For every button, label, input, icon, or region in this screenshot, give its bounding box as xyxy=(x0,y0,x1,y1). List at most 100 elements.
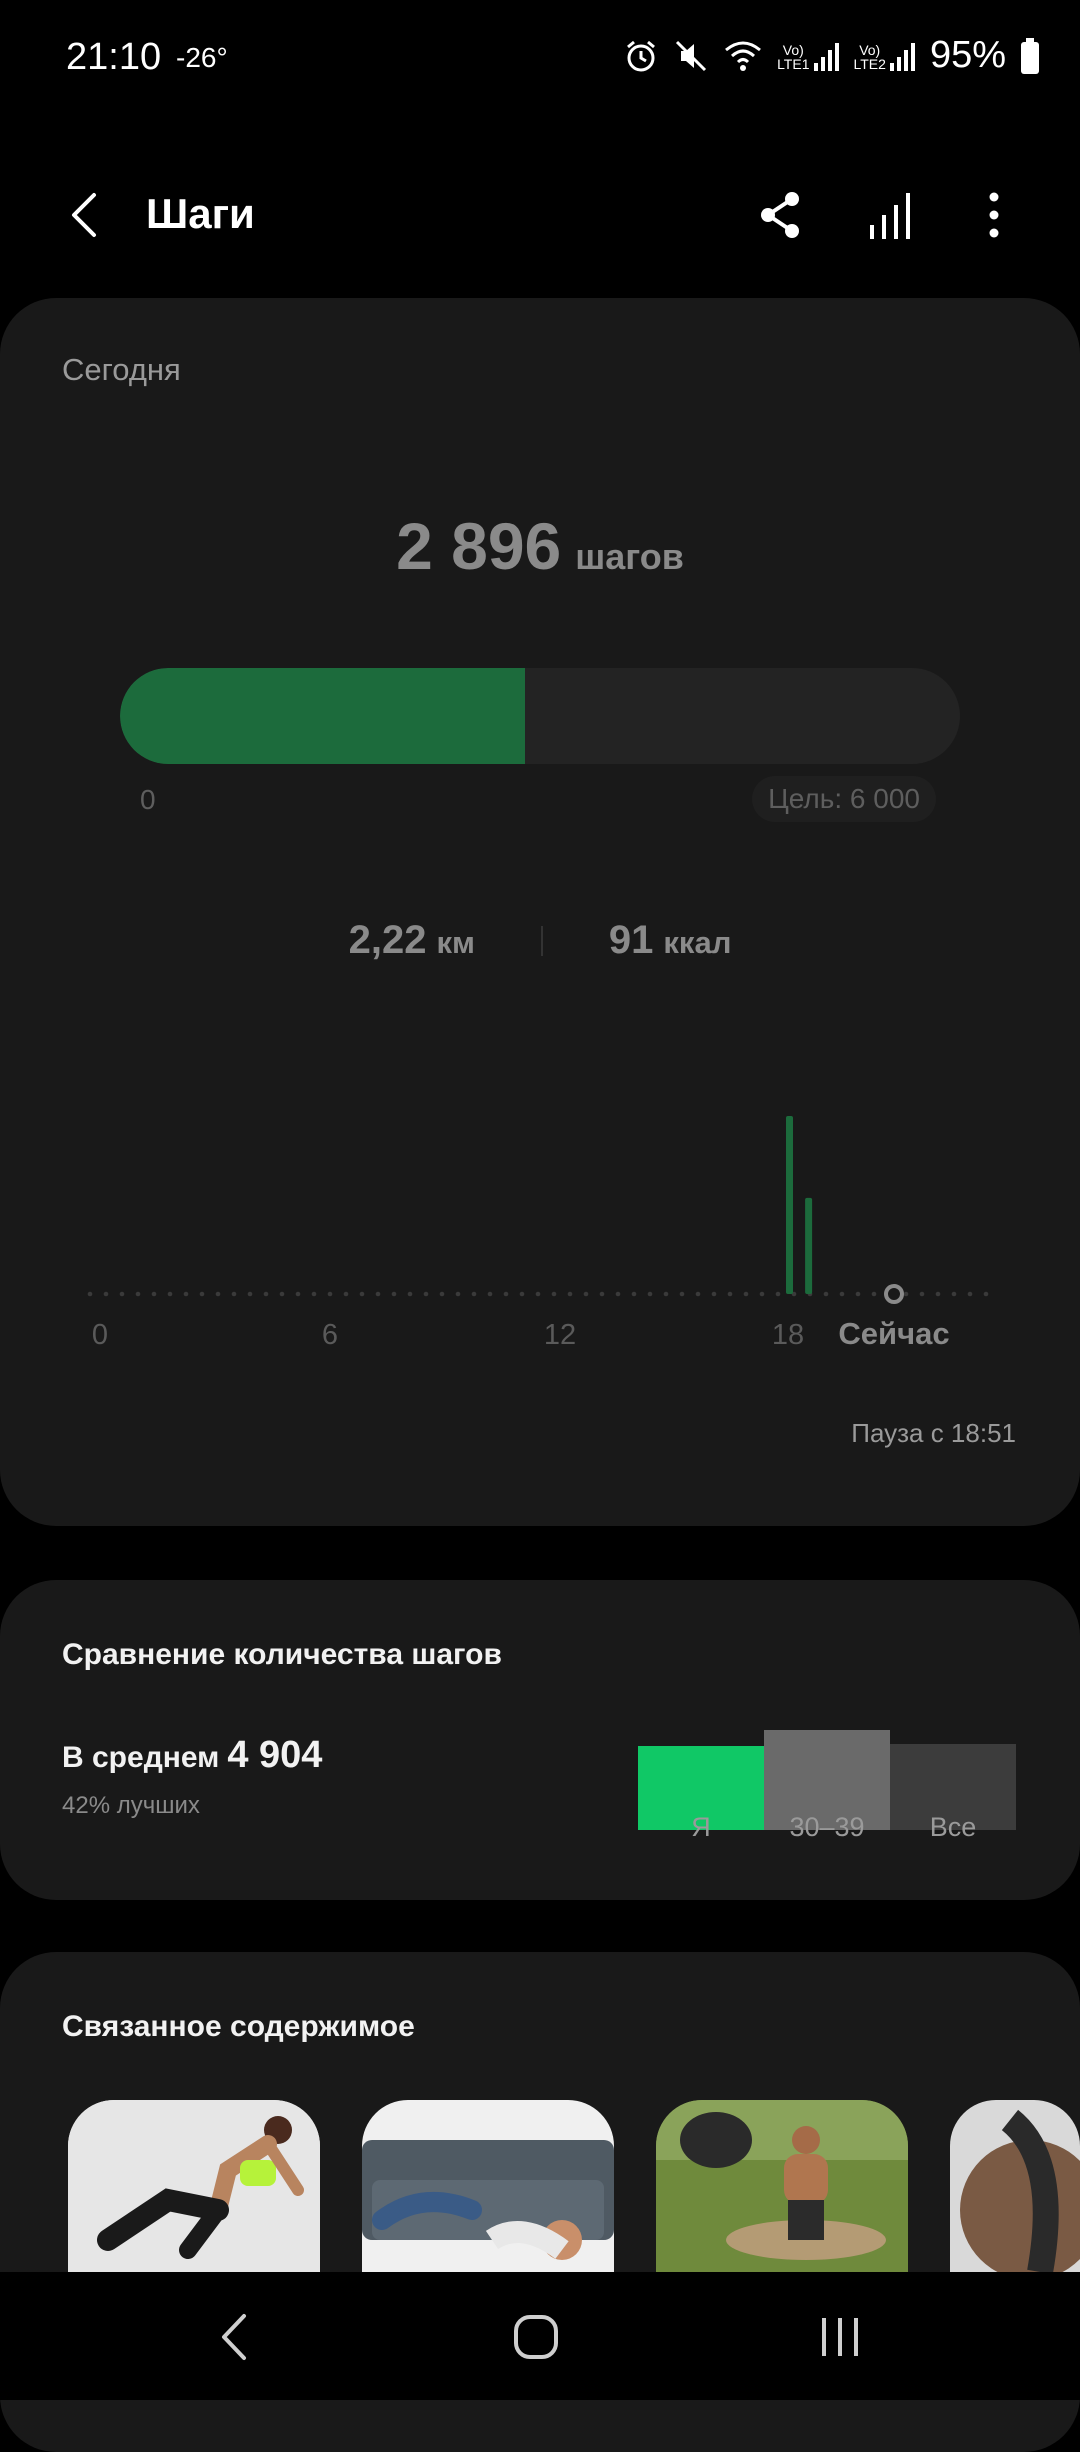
x-tick-label: 18 xyxy=(772,1319,804,1351)
comparison-bars xyxy=(638,1700,1018,1830)
axis-dot xyxy=(599,1291,605,1297)
x-tick-label: 0 xyxy=(92,1319,108,1351)
recents-icon xyxy=(822,2318,858,2356)
calories-value: 91 xyxy=(608,918,654,962)
axis-dot xyxy=(871,1291,877,1297)
pause-status: Пауза с 18:51 xyxy=(851,1418,1016,1448)
steps-number: 2 896 xyxy=(396,509,562,583)
workout-image-3 xyxy=(656,2100,908,2272)
axis-dot xyxy=(311,1291,317,1297)
related-thumb-3[interactable] xyxy=(656,2100,908,2272)
axis-dot xyxy=(919,1291,925,1297)
related-content-title: Связанное содержимое xyxy=(62,2010,415,2043)
axis-dot xyxy=(359,1291,365,1297)
axis-dot xyxy=(279,1291,285,1297)
nav-back-button[interactable] xyxy=(196,2302,276,2372)
app-bar: Шаги xyxy=(0,160,1080,270)
today-label: Сегодня xyxy=(62,352,181,387)
share-button[interactable] xyxy=(750,185,810,245)
axis-dot xyxy=(119,1291,125,1297)
share-icon xyxy=(761,192,799,238)
axis-dot xyxy=(135,1291,141,1297)
now-marker xyxy=(884,1284,904,1304)
related-thumb-4[interactable] xyxy=(950,2100,1080,2272)
more-options-button[interactable] xyxy=(964,185,1024,245)
axis-dot xyxy=(183,1291,189,1297)
axis-dot xyxy=(471,1291,477,1297)
hourly-bar-1 xyxy=(786,1116,793,1294)
nav-home-button[interactable] xyxy=(496,2302,576,2372)
axis-dot xyxy=(215,1291,221,1297)
net2-label: LTE2 xyxy=(853,55,886,72)
hourly-bar-2 xyxy=(805,1197,813,1294)
axis-dot xyxy=(759,1291,765,1297)
battery-percent: 95% xyxy=(929,34,1006,76)
axis-dot xyxy=(199,1291,205,1297)
axis-dot xyxy=(775,1291,781,1297)
wifi-icon xyxy=(725,41,762,71)
axis-dot xyxy=(87,1291,93,1297)
back-button[interactable] xyxy=(56,185,116,245)
axis-dot xyxy=(439,1291,445,1297)
comparison-bar-label: Я xyxy=(691,1812,711,1842)
related-thumb-1[interactable] xyxy=(68,2100,320,2272)
axis-dot xyxy=(295,1291,301,1297)
axis-dot xyxy=(711,1291,717,1297)
axis-dot xyxy=(247,1291,253,1297)
axis-dot xyxy=(679,1291,685,1297)
progress-min-label: 0 xyxy=(140,784,156,815)
axis-dot xyxy=(935,1291,941,1297)
battery-icon xyxy=(1021,37,1039,74)
status-icons: Vo) LTE1 Vo) LTE2 95% xyxy=(623,34,1040,77)
goal-badge[interactable]: Цель: 6 000 xyxy=(752,776,936,822)
axis-dot xyxy=(823,1291,829,1297)
x-tick-label: Сейчас xyxy=(838,1316,949,1351)
steps-unit: шагов xyxy=(575,536,684,577)
steps-count: 2 896 шагов xyxy=(0,508,1080,584)
axis-dot xyxy=(263,1291,269,1297)
axis-dot xyxy=(855,1291,861,1297)
axis-dot xyxy=(695,1291,701,1297)
more-icon xyxy=(989,192,999,238)
axis-dot xyxy=(983,1291,989,1297)
percentile-text: 42% лучших xyxy=(62,1792,200,1819)
related-thumb-2[interactable] xyxy=(362,2100,614,2272)
distance-unit: км xyxy=(436,925,475,960)
axis-dot xyxy=(167,1291,173,1297)
trends-icon xyxy=(870,193,910,239)
x-tick-label: 6 xyxy=(322,1319,338,1351)
average-value: 4 904 xyxy=(227,1734,323,1776)
axis-dot xyxy=(407,1291,413,1297)
stats-divider xyxy=(540,925,543,956)
page-title: Шаги xyxy=(146,190,255,237)
nav-back-icon xyxy=(222,2314,246,2360)
axis-dot xyxy=(743,1291,749,1297)
axis-dot xyxy=(151,1291,157,1297)
axis-dot xyxy=(903,1291,909,1297)
status-temperature: -26° xyxy=(176,42,228,73)
nav-recents-button[interactable] xyxy=(800,2302,880,2372)
comparison-title: Сравнение количества шагов xyxy=(62,1638,502,1671)
trends-button[interactable] xyxy=(862,185,922,245)
calories-unit: ккал xyxy=(663,925,732,960)
axis-dot xyxy=(375,1291,381,1297)
axis-dot xyxy=(647,1291,653,1297)
home-icon xyxy=(514,2315,558,2359)
workout-image-4 xyxy=(950,2100,1080,2272)
axis-dot xyxy=(727,1291,733,1297)
axis-dot xyxy=(583,1291,589,1297)
axis-dot xyxy=(231,1291,237,1297)
axis-dot xyxy=(103,1291,109,1297)
hourly-steps-chart: 0 6 12 18 Сейчас xyxy=(87,1116,989,1351)
workout-image-1 xyxy=(68,2100,320,2272)
axis-dot xyxy=(391,1291,397,1297)
axis-dot xyxy=(503,1291,509,1297)
axis-dot xyxy=(519,1291,525,1297)
axis-dot xyxy=(615,1291,621,1297)
comparison-bar-label: Все xyxy=(929,1812,977,1842)
net1-label: LTE1 xyxy=(777,55,810,72)
axis-dot xyxy=(839,1291,845,1297)
today-stats: 2,22 км 91 ккал xyxy=(0,918,1080,963)
axis-dot xyxy=(423,1291,429,1297)
workout-image-2 xyxy=(362,2100,614,2272)
